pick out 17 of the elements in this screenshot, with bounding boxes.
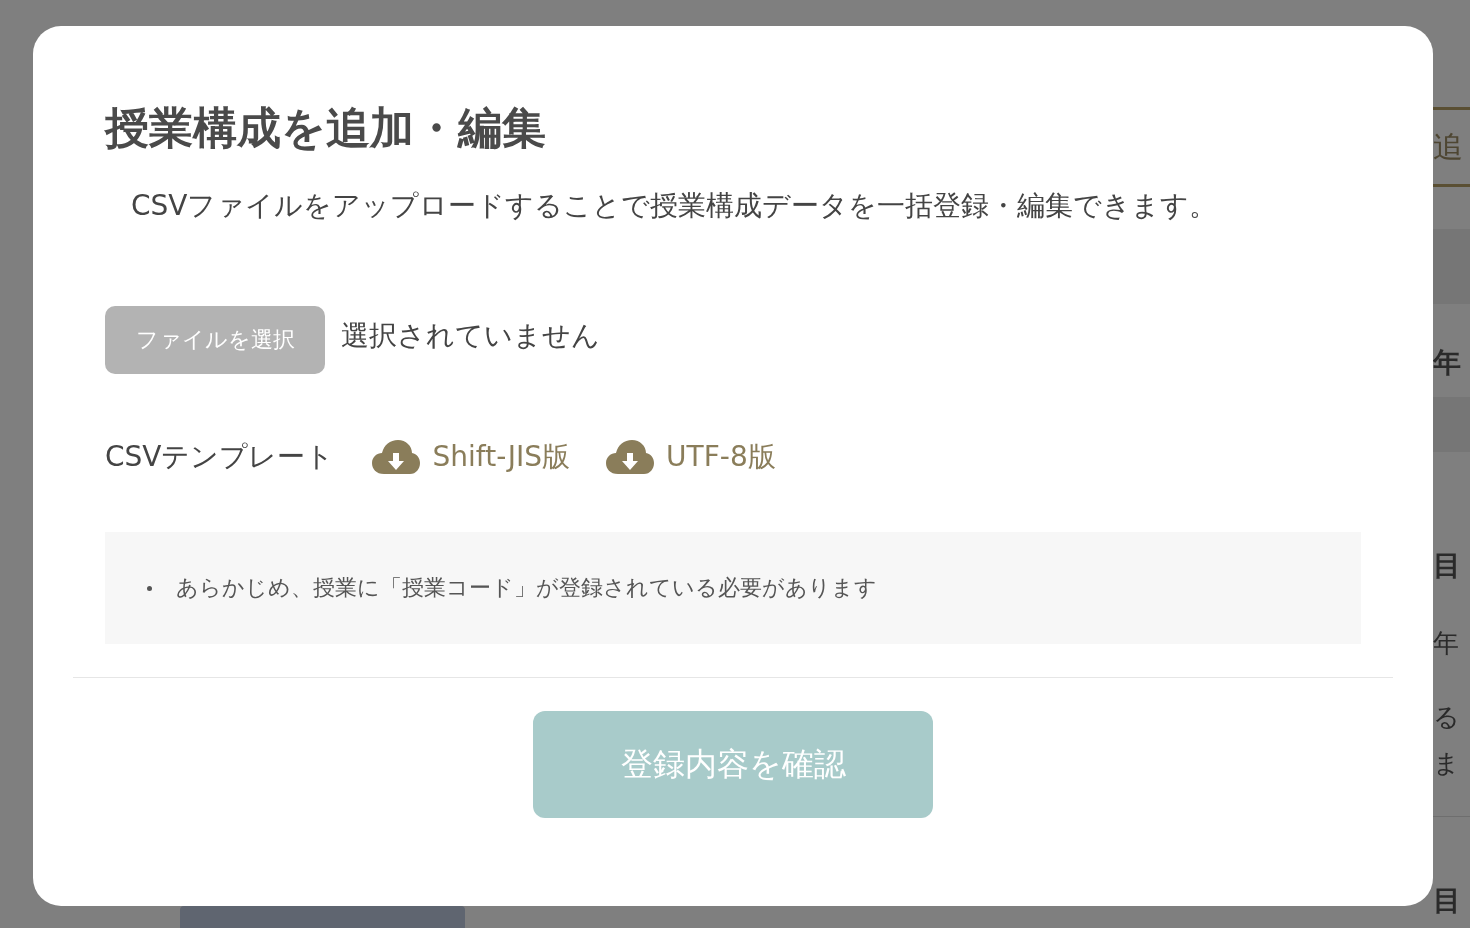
dialog-title: 授業構成を追加・編集 [105,101,547,155]
choose-file-button[interactable]: ファイルを選択 [105,306,325,374]
text-fragment: る [1433,704,1461,730]
heading-fragment: 目 [1433,552,1462,580]
download-link[interactable]: UTF-8版 [606,438,776,476]
download-link[interactable]: Shift-JIS版 [372,438,571,476]
note-text: あらかじめ、授業に「授業コード」が登録されている必要があります [176,574,877,602]
description: CSVファイルをアップロードすることで授業構成データを一括登録・編集できます。 [131,188,1219,224]
cloud-download-icon [606,440,655,474]
text-fragment: ま [1433,750,1461,776]
template-label: CSVテンプレート [105,439,335,475]
text-fragment: 年 [1433,630,1460,656]
bullet-icon [147,585,152,591]
heading-fragment: 目 [1433,887,1462,915]
cloud-download-icon [372,440,421,474]
file-status: 選択されていません [341,318,600,354]
heading-fragment: 年 [1433,349,1462,377]
